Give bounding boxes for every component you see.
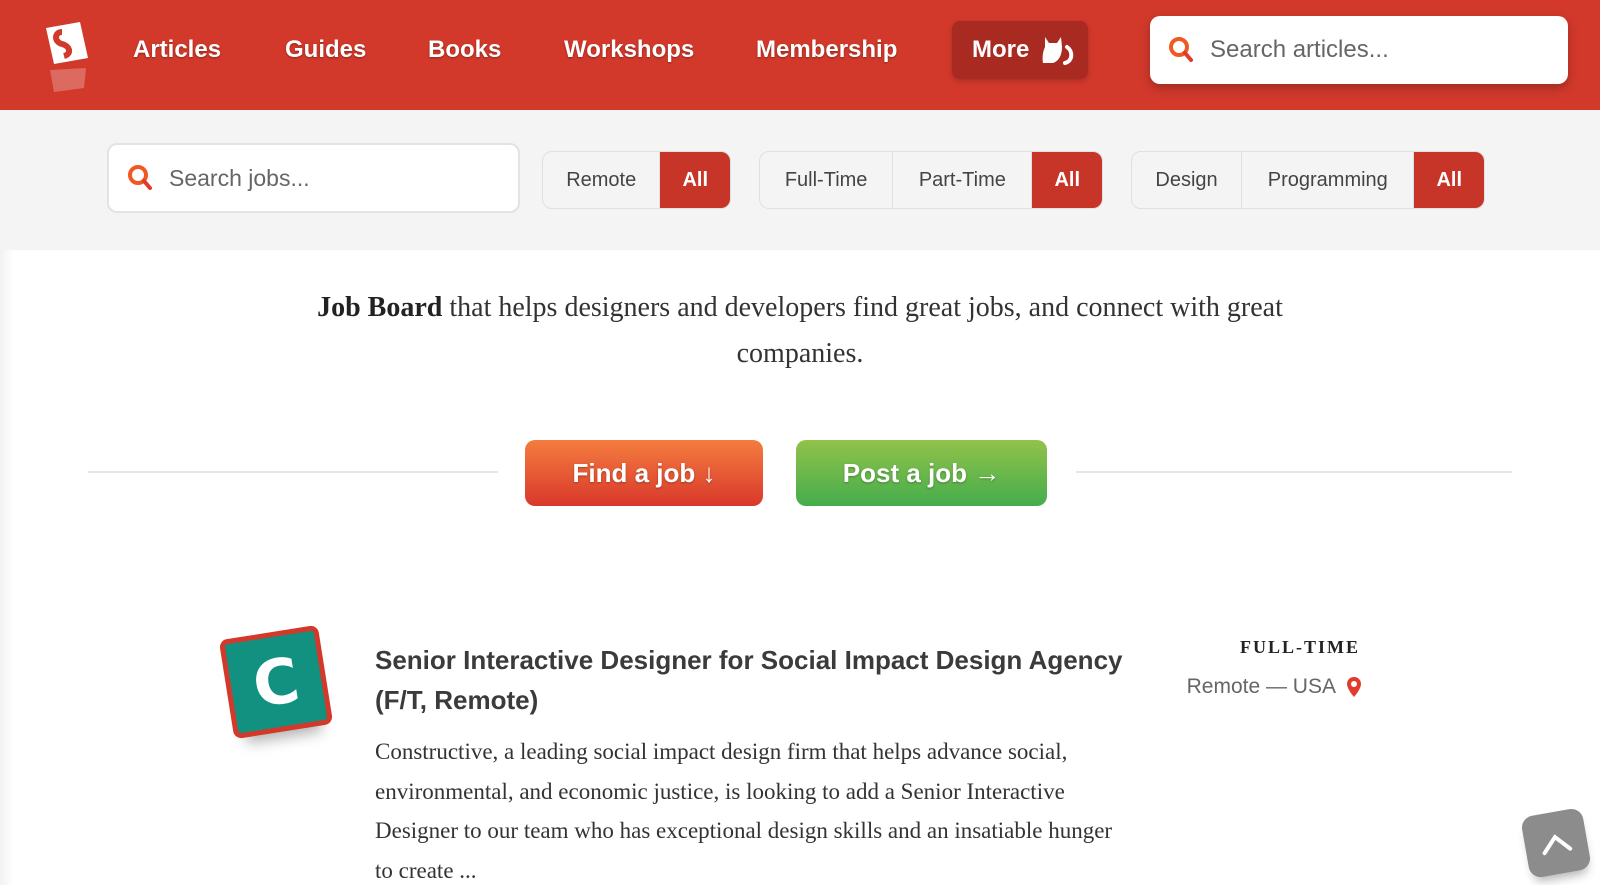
company-logo[interactable]: C [218, 624, 336, 742]
cat-icon [1042, 37, 1074, 65]
filter-remote[interactable]: Remote [543, 152, 661, 208]
find-job-button[interactable]: Find a job ↓ [525, 440, 763, 506]
top-navigation: Articles Guides Books Workshops Membersh… [0, 0, 1600, 110]
filter-location-all[interactable]: All [660, 152, 730, 208]
scroll-to-top-button[interactable] [1520, 807, 1592, 879]
job-type-label: FULL-TIME [1239, 637, 1360, 657]
job-search-box [107, 143, 520, 213]
search-icon [1169, 37, 1193, 62]
divider-left [88, 471, 498, 473]
more-menu-button[interactable]: More [952, 21, 1088, 79]
job-location-text: Remote — USA [1186, 675, 1336, 698]
category-filter: Design Programming All [1131, 151, 1485, 209]
intro-text: Job Board that helps designers and devel… [280, 285, 1320, 377]
search-icon [128, 165, 152, 190]
nav-guides[interactable]: Guides [285, 32, 366, 68]
intro-bold: Job Board [317, 292, 443, 323]
filter-type-all[interactable]: All [1032, 152, 1102, 208]
filter-programming[interactable]: Programming [1242, 152, 1415, 208]
chevron-up-icon [1542, 834, 1573, 856]
article-search-input[interactable] [1210, 36, 1550, 64]
more-label: More [972, 36, 1030, 63]
site-logo[interactable] [40, 18, 96, 98]
job-description: Constructive, a leading social impact de… [375, 739, 1113, 883]
company-logo-letter: C [218, 624, 334, 740]
job-search-input[interactable] [169, 164, 499, 192]
employment-type-filter: Full-Time Part-Time All [759, 151, 1103, 209]
location-filter: Remote All [542, 151, 731, 209]
article-search-box [1150, 16, 1568, 84]
job-location: Remote — USA [1100, 675, 1362, 699]
filter-part-time[interactable]: Part-Time [893, 152, 1033, 208]
filter-design[interactable]: Design [1132, 152, 1243, 208]
filter-full-time[interactable]: Full-Time [760, 152, 894, 208]
location-pin-icon [1347, 677, 1361, 697]
nav-articles[interactable]: Articles [133, 32, 221, 68]
post-job-button[interactable]: Post a job → [796, 440, 1047, 506]
intro-body: that helps designers and developers find… [442, 292, 1283, 369]
nav-membership[interactable]: Membership [756, 32, 897, 68]
page-edge-shade [0, 250, 14, 885]
nav-workshops[interactable]: Workshops [564, 32, 694, 68]
filter-category-all[interactable]: All [1414, 152, 1484, 208]
job-filter-bar: Remote All Full-Time Part-Time All Desig… [0, 110, 1600, 250]
divider-right [1076, 471, 1512, 473]
nav-books[interactable]: Books [428, 32, 501, 68]
job-title[interactable]: Senior Interactive Designer for Social I… [375, 640, 1135, 720]
